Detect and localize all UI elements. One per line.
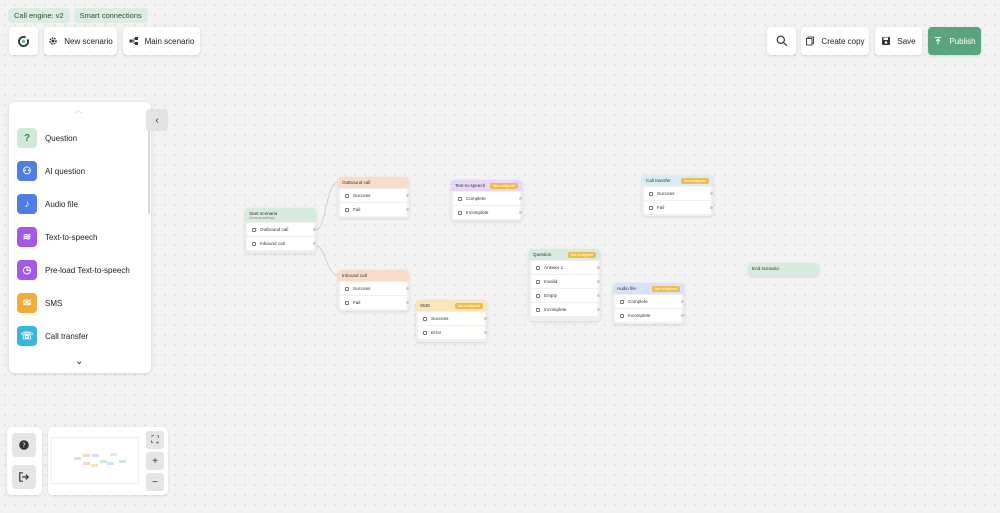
node-call-transfer[interactable]: Call transfer Not configured Success Fail	[642, 175, 713, 216]
node-inbound-call[interactable]: Inbound call Success Fail	[338, 270, 409, 311]
warning-icon	[423, 330, 427, 335]
node-title: Question	[533, 252, 552, 257]
node-output-answer-1[interactable]: Answer 1	[531, 261, 600, 274]
node-output-success[interactable]: Success	[340, 282, 409, 295]
node-row-label: Success	[431, 316, 449, 321]
node-output-complete[interactable]: Complete	[453, 192, 522, 205]
node-subtitle: General settings	[245, 216, 316, 222]
status-badge: Not configured	[489, 182, 518, 189]
node-header: Inbound call	[338, 270, 409, 281]
doc-icon	[423, 316, 427, 321]
node-header: Outbound call	[338, 177, 409, 188]
node-row-label: Error	[431, 330, 442, 335]
node-row-label: Outbound call	[260, 227, 289, 232]
node-output-empty[interactable]: Empty	[531, 289, 600, 302]
node-output-success[interactable]: Success	[644, 187, 713, 200]
doc-icon	[620, 313, 624, 318]
node-header: Call transfer Not configured	[642, 175, 713, 186]
node-row-label: Invalid	[544, 279, 558, 284]
status-badge: Not configured	[680, 177, 709, 184]
node-row-label: Incomplete	[544, 307, 567, 312]
phone-icon	[345, 300, 349, 305]
node-title: Inbound call	[342, 273, 367, 278]
node-title: Call transfer	[646, 178, 671, 183]
doc-icon	[620, 299, 624, 304]
node-header: Audio file Not configured	[613, 283, 684, 294]
phone-icon	[649, 191, 653, 196]
node-row-label: Fail	[353, 300, 361, 305]
node-title: Audio file	[617, 286, 636, 291]
node-text-to-speech[interactable]: Text-to-speech Not configured Complete In…	[451, 180, 522, 221]
node-row-label: Incomplete	[628, 313, 651, 318]
node-row-label: Fail	[657, 205, 665, 210]
phone-icon	[649, 205, 653, 210]
circle-icon	[536, 279, 540, 284]
node-header: Question Not configured	[529, 249, 600, 260]
node-row-label: Empty	[544, 293, 558, 298]
node-row-label: Success	[353, 193, 371, 198]
node-header: SMS Not configured	[416, 300, 487, 311]
node-output-success[interactable]: Success	[340, 189, 409, 202]
node-output-incomplete[interactable]: Incomplete	[453, 206, 522, 219]
node-output-inbound[interactable]: Inbound call	[247, 237, 316, 250]
node-audio-file[interactable]: Audio file Not configured Complete Incomp…	[613, 283, 684, 324]
doc-icon	[458, 196, 462, 201]
node-row-label: Success	[353, 286, 371, 291]
node-row-label: Success	[657, 191, 675, 196]
node-output-fail[interactable]: Fail	[644, 201, 713, 214]
node-title: End scenario	[752, 266, 779, 271]
node-output-incomplete[interactable]: Incomplete	[615, 309, 684, 322]
node-row-label: Inbound call	[260, 241, 285, 246]
node-header: End scenario	[748, 263, 819, 274]
node-title: SMS	[420, 303, 430, 308]
phone-icon	[252, 241, 256, 246]
node-output-fail[interactable]: Fail	[340, 203, 409, 216]
node-row-label: Fail	[353, 207, 361, 212]
node-output-invalid[interactable]: Invalid	[531, 275, 600, 288]
node-sms[interactable]: SMS Not configured Success Error	[416, 300, 487, 342]
doc-icon	[536, 307, 540, 312]
node-start-scenario[interactable]: Start scenario General settings Outbound…	[245, 208, 316, 253]
connections	[315, 181, 339, 276]
refresh-icon	[536, 293, 540, 298]
phone-icon	[252, 227, 256, 232]
doc-icon	[536, 265, 540, 270]
status-badge: Not configured	[454, 302, 483, 309]
status-badge: Not configured	[567, 251, 596, 258]
status-badge: Not configured	[651, 285, 680, 292]
node-row-label: Complete	[628, 299, 648, 304]
phone-icon	[345, 193, 349, 198]
doc-icon	[458, 210, 462, 215]
node-row-label: Incomplete	[466, 210, 489, 215]
node-output-outbound[interactable]: Outbound call	[247, 223, 316, 236]
node-output-complete[interactable]: Complete	[615, 295, 684, 308]
node-header: Text-to-speech Not configured	[451, 180, 522, 191]
phone-icon	[345, 286, 349, 291]
phone-icon	[345, 207, 349, 212]
node-outbound-call[interactable]: Outbound call Success Fail	[338, 177, 409, 218]
node-title: Outbound call	[342, 180, 371, 185]
node-title: Text-to-speech	[455, 183, 486, 188]
node-question[interactable]: Question Not configured Answer 1 Invalid …	[529, 249, 600, 321]
node-end-scenario[interactable]: End scenario	[748, 263, 819, 276]
node-output-success[interactable]: Success	[418, 312, 487, 325]
node-row-label: Answer 1	[544, 265, 564, 270]
node-output-incomplete[interactable]: Incomplete	[531, 303, 600, 316]
node-row-label: Complete	[466, 196, 486, 201]
node-output-fail[interactable]: Fail	[340, 296, 409, 309]
node-output-error[interactable]: Error	[418, 326, 487, 339]
